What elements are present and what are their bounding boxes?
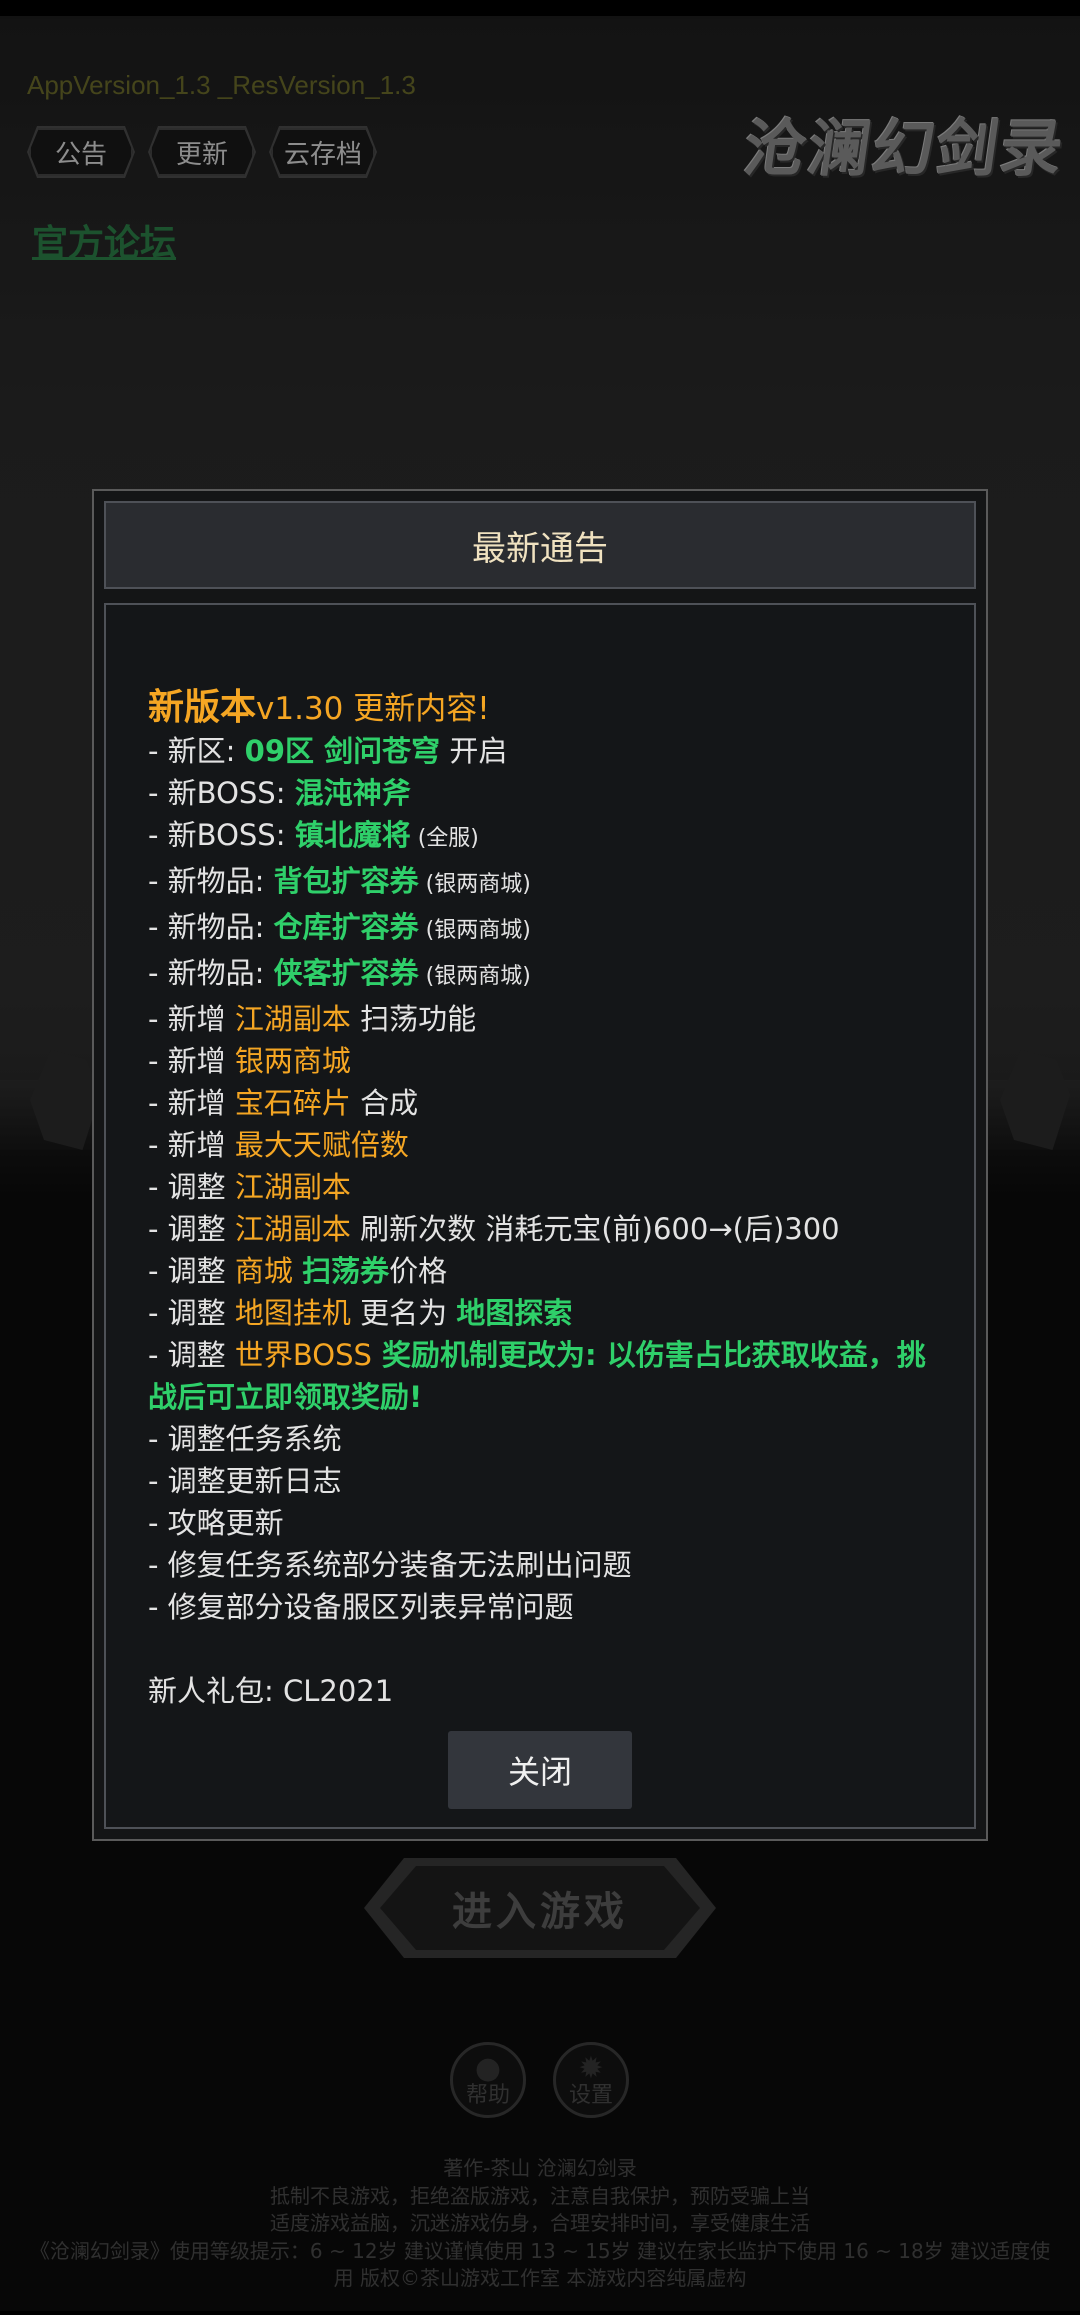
list-item: - 调整 江湖副本	[148, 1170, 351, 1204]
list-item: - 攻略更新	[148, 1506, 284, 1540]
list-item: - 新增 银两商城	[148, 1044, 351, 1078]
modal-title: 最新通告	[104, 501, 976, 589]
list-item: - 新BOSS: 镇北魔将 (全服)	[148, 818, 479, 852]
list-item: - 调整 世界BOSS 奖励机制更改为: 以伤害占比获取收益，挑战后可立即领取奖…	[148, 1338, 926, 1414]
version-heading: 新版本v1.30 更新内容!	[148, 687, 490, 728]
modal-body: 新版本v1.30 更新内容! - 新区: 09区 剑问苍穹 开启 - 新BOSS…	[104, 603, 976, 1829]
list-item: - 新增 江湖副本 扫荡功能	[148, 1002, 477, 1036]
list-item: - 调整任务系统	[148, 1422, 342, 1456]
list-item: - 新增 最大天赋倍数	[148, 1128, 409, 1162]
list-item: - 新BOSS: 混沌神斧	[148, 776, 411, 810]
list-item: - 调整 地图挂机 更名为 地图探索	[148, 1296, 573, 1330]
list-item: - 修复任务系统部分装备无法刷出问题	[148, 1548, 632, 1582]
announcement-content[interactable]: 新版本v1.30 更新内容! - 新区: 09区 剑问苍穹 开启 - 新BOSS…	[148, 687, 948, 1727]
list-item: - 新物品: 背包扩容券 (银两商城)	[148, 864, 531, 898]
list-item: - 调整 江湖副本 刷新次数 消耗元宝(前)600→(后)300	[148, 1212, 840, 1246]
list-item: - 调整更新日志	[148, 1464, 342, 1498]
bottom-bar	[0, 2311, 1080, 2315]
list-item: - 新增 宝石碎片 合成	[148, 1086, 419, 1120]
list-item: - 调整 商城 扫荡券价格	[148, 1254, 448, 1288]
list-item: - 新区: 09区 剑问苍穹 开启	[148, 734, 508, 768]
list-item: - 新物品: 仓库扩容券 (银两商城)	[148, 910, 531, 944]
close-button[interactable]: 关闭	[448, 1731, 632, 1809]
list-item: - 修复部分设备服区列表异常问题	[148, 1590, 574, 1624]
announcement-modal: 最新通告 新版本v1.30 更新内容! - 新区: 09区 剑问苍穹 开启 - …	[92, 489, 988, 1841]
gift-code: 新人礼包: CL2021	[148, 1674, 394, 1708]
list-item: - 新物品: 侠客扩容券 (银两商城)	[148, 956, 531, 990]
